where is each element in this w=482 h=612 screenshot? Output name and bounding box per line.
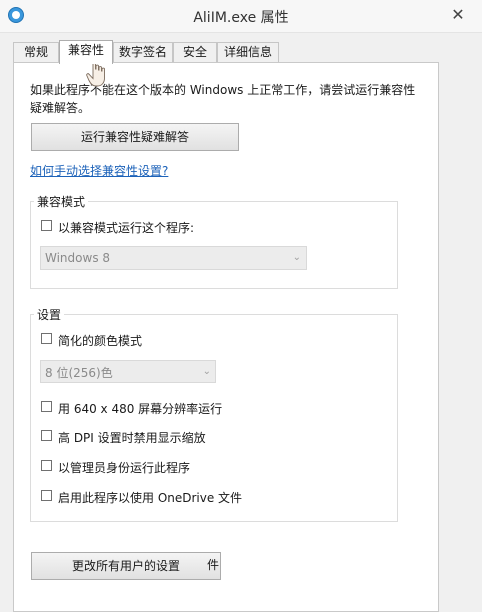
tab-security[interactable]: 安全	[173, 42, 217, 62]
tab-compatibility[interactable]: 兼容性	[59, 40, 113, 64]
res-640-checkbox[interactable]	[41, 401, 52, 412]
onedrive-label: 启用此程序以使用 OneDrive 文件	[58, 491, 243, 505]
os-select[interactable]: Windows 8 ⌄	[40, 246, 307, 270]
high-dpi-label: 高 DPI 设置时禁用显示缩放	[58, 431, 206, 445]
onedrive-checkbox[interactable]	[41, 490, 52, 501]
run-troubleshooter-button[interactable]: 运行兼容性疑难解答	[31, 123, 239, 151]
chevron-down-icon: ⌄	[292, 252, 301, 263]
change-all-users-button[interactable]: 更改所有用户的设置	[31, 552, 221, 580]
compat-mode-checkbox[interactable]	[41, 220, 52, 231]
compat-mode-legend: 兼容模式	[34, 193, 89, 210]
res-640-label: 用 640 x 480 屏幕分辨率运行	[58, 402, 223, 416]
tab-digital-signatures[interactable]: 数字签名	[113, 42, 173, 62]
run-admin-label: 以管理员身份运行此程序	[58, 461, 191, 475]
settings-legend: 设置	[34, 306, 65, 323]
chevron-down-icon: ⌄	[202, 366, 211, 377]
color-depth-value: 8 位(256)色	[45, 366, 113, 380]
manual-settings-link[interactable]: 如何手动选择兼容性设置?	[30, 162, 168, 179]
compat-mode-checkbox-label: 以兼容模式运行这个程序:	[58, 221, 195, 235]
reduced-color-label: 简化的颜色模式	[58, 334, 143, 348]
tab-general[interactable]: 常规	[13, 42, 59, 62]
reduced-color-checkbox[interactable]	[41, 333, 52, 344]
os-select-value: Windows 8	[45, 251, 111, 265]
color-depth-select[interactable]: 8 位(256)色 ⌄	[40, 360, 216, 383]
window-title: AliIM.exe 属性	[193, 10, 289, 26]
tab-details[interactable]: 详细信息	[217, 42, 279, 62]
partial-text: 件	[207, 558, 220, 572]
run-admin-checkbox[interactable]	[41, 460, 52, 471]
close-icon[interactable]: ✕	[448, 5, 468, 25]
title-bar: AliIM.exe 属性 ✕	[0, 0, 482, 33]
compat-mode-group	[30, 201, 398, 289]
high-dpi-checkbox[interactable]	[41, 430, 52, 441]
